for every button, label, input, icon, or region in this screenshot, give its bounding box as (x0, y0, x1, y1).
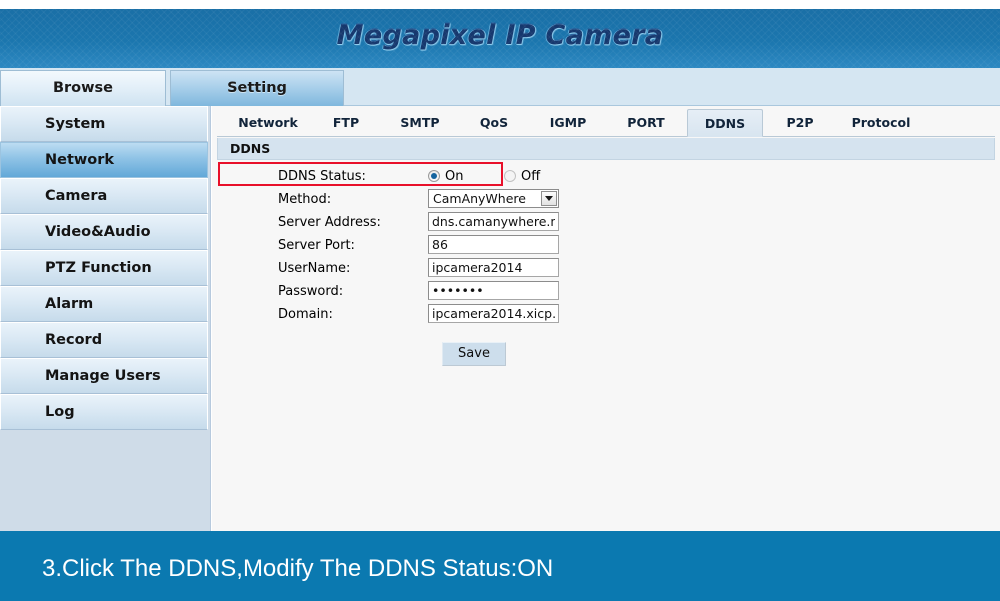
ddns-status-on-label: On (445, 169, 464, 184)
sidebar-item-system[interactable]: System (0, 106, 208, 142)
sidebar-item-alarm[interactable]: Alarm (0, 286, 208, 322)
server-port-label: Server Port: (278, 238, 355, 253)
sidebar-empty-area (0, 430, 210, 540)
tab-qos[interactable]: QoS (461, 109, 527, 137)
ddns-status-on-radio[interactable]: On (428, 166, 463, 188)
sidebar-item-record[interactable]: Record (0, 322, 208, 358)
method-field-wrap: CamAnyWhere (428, 189, 559, 208)
section-header-ddns: DDNS (217, 138, 995, 160)
tab-igmp[interactable]: IGMP (531, 109, 605, 137)
tab-ddns[interactable]: DDNS (687, 109, 763, 137)
ddns-form: DDNS Status: On Off Method: CamAnyWhere (212, 162, 1000, 376)
sidebar-item-log[interactable]: Log (0, 394, 208, 430)
ddns-status-row: DDNS Status: On Off (212, 162, 1000, 188)
sidebar: System Network Camera Video&Audio PTZ Fu… (0, 106, 211, 540)
password-row: Password: (212, 281, 1000, 303)
domain-row: Domain: (212, 304, 1000, 326)
ddns-status-off-radio[interactable]: Off (504, 166, 540, 188)
username-label: UserName: (278, 261, 351, 276)
method-select[interactable]: CamAnyWhere (428, 189, 559, 208)
password-field-wrap (428, 281, 559, 300)
sidebar-item-network[interactable]: Network (0, 142, 208, 178)
page-title: Megapixel IP Camera (336, 20, 664, 51)
password-input[interactable] (428, 281, 559, 300)
radio-on-icon (428, 170, 440, 182)
username-field-wrap (428, 258, 559, 277)
sub-tab-bar: Network FTP SMTP QoS IGMP PORT DDNS P2P … (217, 109, 995, 137)
tab-protocol[interactable]: Protocol (837, 109, 925, 137)
main-tab-bar: Browse Setting (0, 68, 1000, 106)
server-address-row: Server Address: (212, 212, 1000, 234)
ddns-status-off-label: Off (521, 169, 541, 184)
password-label: Password: (278, 284, 344, 299)
ddns-status-label: DDNS Status: (278, 169, 366, 184)
server-address-field-wrap (428, 212, 559, 231)
content-panel: Network FTP SMTP QoS IGMP PORT DDNS P2P … (212, 106, 1000, 531)
server-address-input[interactable] (428, 212, 559, 231)
server-port-row: Server Port: (212, 235, 1000, 257)
main-tab-setting[interactable]: Setting (170, 70, 344, 106)
chevron-down-icon[interactable] (541, 191, 557, 206)
tab-port[interactable]: PORT (609, 109, 683, 137)
sidebar-item-manage-users[interactable]: Manage Users (0, 358, 208, 394)
method-row: Method: CamAnyWhere (212, 189, 1000, 211)
sidebar-item-camera[interactable]: Camera (0, 178, 208, 214)
tab-ftp[interactable]: FTP (313, 109, 379, 137)
domain-field-wrap (428, 304, 559, 323)
radio-off-icon (504, 170, 516, 182)
method-select-value: CamAnyWhere (433, 191, 526, 206)
domain-input[interactable] (428, 304, 559, 323)
tab-network[interactable]: Network (227, 109, 309, 137)
app-window: Megapixel IP Camera Browse Setting Syste… (0, 0, 1000, 601)
server-port-input[interactable] (428, 235, 559, 254)
save-button[interactable]: Save (442, 342, 506, 366)
sidebar-item-ptz-function[interactable]: PTZ Function (0, 250, 208, 286)
method-label: Method: (278, 192, 332, 207)
server-address-label: Server Address: (278, 215, 381, 230)
username-input[interactable] (428, 258, 559, 277)
save-row: Save (212, 336, 1000, 376)
server-port-field-wrap (428, 235, 559, 254)
tab-p2p[interactable]: P2P (767, 109, 833, 137)
top-white-strip (0, 0, 1000, 9)
username-row: UserName: (212, 258, 1000, 280)
tab-smtp[interactable]: SMTP (383, 109, 457, 137)
instruction-text: 3.Click The DDNS,Modify The DDNS Status:… (42, 555, 554, 582)
sidebar-item-video-audio[interactable]: Video&Audio (0, 214, 208, 250)
instruction-banner: 3.Click The DDNS,Modify The DDNS Status:… (0, 531, 1000, 601)
main-tab-browse[interactable]: Browse (0, 70, 166, 106)
app-header: Megapixel IP Camera (0, 9, 1000, 68)
domain-label: Domain: (278, 307, 333, 322)
